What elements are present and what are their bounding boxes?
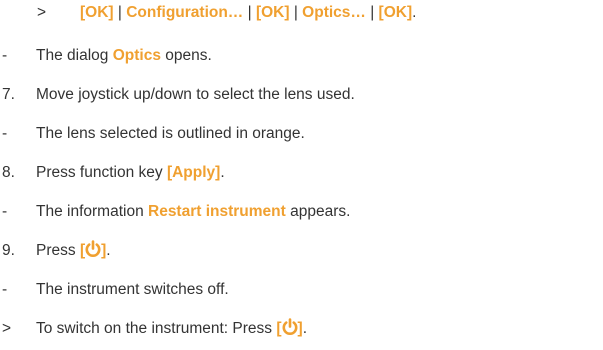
- dash-marker: -: [2, 47, 8, 64]
- dash-marker: -: [2, 203, 8, 220]
- ok-key-label: [OK]: [378, 4, 413, 21]
- step-number: 8.: [2, 164, 15, 181]
- restart-instrument-label: Restart instrument: [148, 203, 286, 220]
- menu-path-text: [OK] | Configuration… | [OK] | Optics… |…: [80, 1, 416, 25]
- step-text: Press function key [Apply].: [36, 161, 225, 185]
- step-number: 7.: [2, 86, 15, 103]
- result-text: The dialog Optics opens.: [36, 44, 212, 68]
- separator: |: [289, 4, 303, 21]
- result-text: The information Restart instrument appea…: [36, 200, 350, 224]
- ok-key-label: [OK]: [255, 4, 290, 21]
- arrow-marker: >: [2, 320, 12, 337]
- text-fragment: appears.: [285, 203, 351, 220]
- power-icon: [85, 240, 101, 258]
- text-fragment: To switch on the instrument: Press: [36, 320, 277, 337]
- power-icon: [282, 318, 298, 336]
- step-number: 9.: [2, 242, 15, 259]
- apply-key-label: [Apply]: [166, 164, 221, 181]
- result-text: The lens selected is outlined in orange.: [36, 125, 305, 142]
- tip-text: To switch on the instrument: Press [].: [36, 317, 307, 341]
- step-text: Move joystick up/down to select the lens…: [36, 86, 355, 103]
- result-text: The instrument switches off.: [36, 281, 229, 298]
- dash-marker: -: [2, 281, 8, 298]
- separator: |: [365, 4, 379, 21]
- ok-key-label: [OK]: [80, 4, 114, 21]
- text-fragment: opens.: [160, 47, 212, 64]
- period: .: [220, 164, 225, 181]
- period: .: [106, 242, 111, 259]
- arrow-marker: >: [37, 4, 47, 21]
- optics-menu-label: Optics…: [302, 4, 366, 21]
- optics-dialog-label: Optics: [112, 47, 161, 64]
- period: .: [302, 320, 308, 337]
- separator: |: [113, 4, 127, 21]
- step-text: Press [].: [36, 239, 111, 263]
- text-fragment: The information: [36, 203, 148, 220]
- separator: |: [243, 4, 256, 21]
- text-fragment: Press: [36, 242, 80, 259]
- configuration-menu-label: Configuration…: [126, 4, 244, 21]
- text-fragment: The dialog: [36, 47, 113, 64]
- text-fragment: Press function key: [36, 164, 167, 181]
- period: .: [412, 4, 417, 21]
- dash-marker: -: [2, 125, 8, 142]
